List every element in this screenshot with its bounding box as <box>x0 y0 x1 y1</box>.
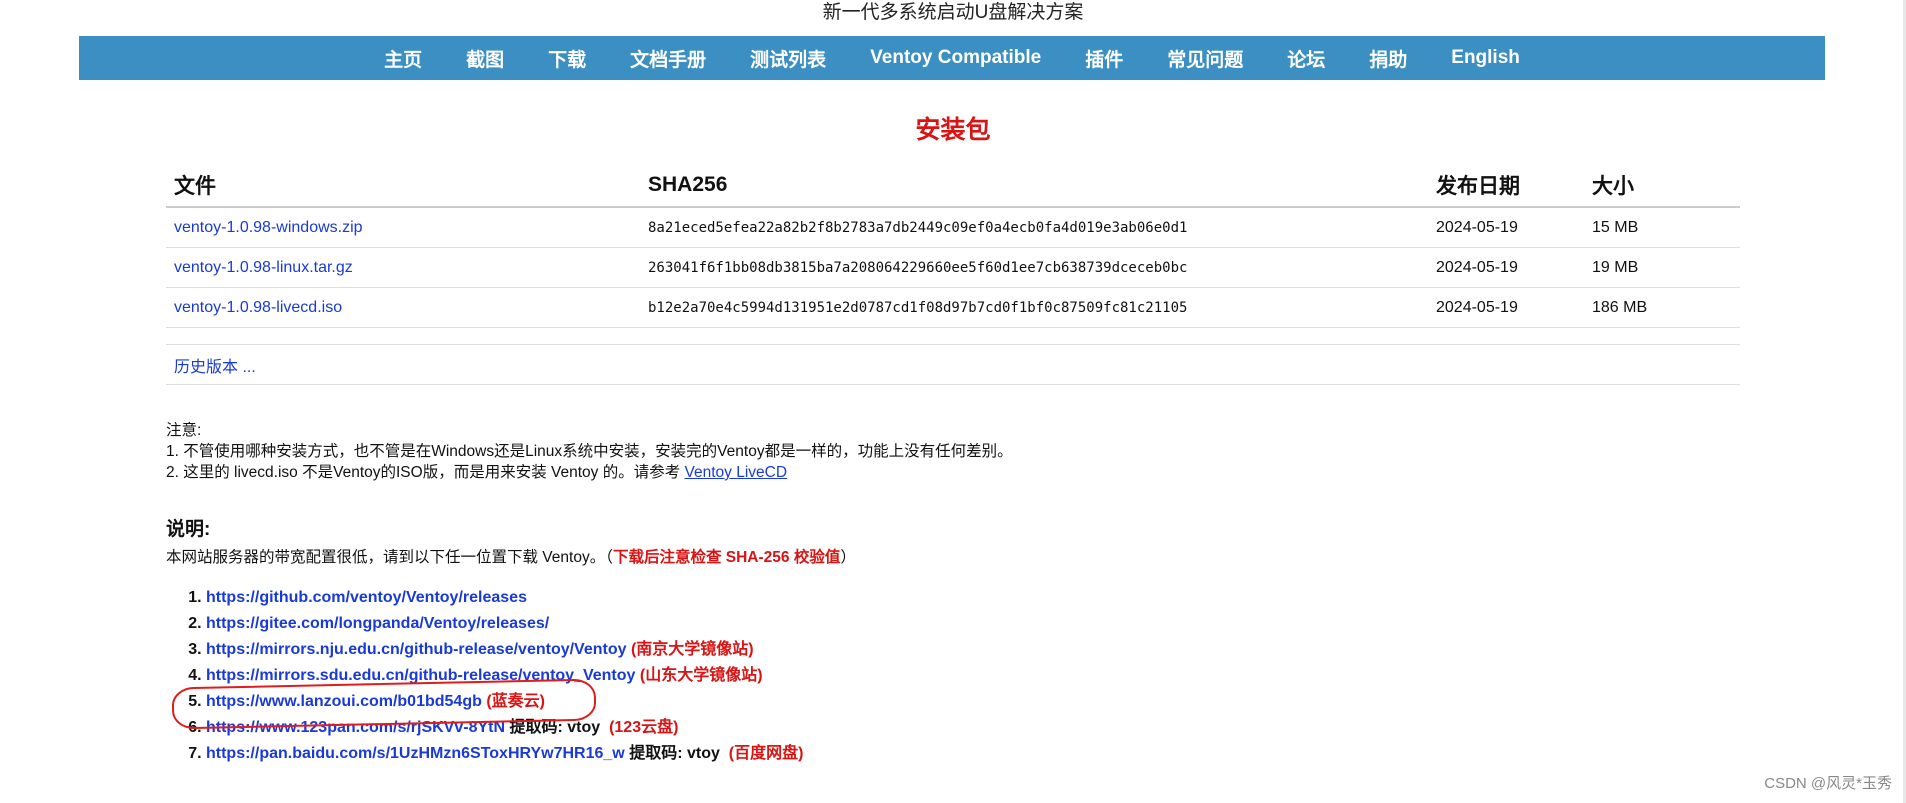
sha256-value: 263041f6f1bb08db3815ba7a208064229660ee5f… <box>640 247 1428 288</box>
nav-forum[interactable]: 论坛 <box>1287 45 1325 72</box>
list-item: https://www.123pan.com/s/rjSKVv-8YtN 提取码… <box>206 715 803 741</box>
nav-download[interactable]: 下载 <box>548 45 586 72</box>
table-header-row: 文件 SHA256 发布日期 大小 <box>166 164 1740 208</box>
description-text: 本网站服务器的带宽配置很低，请到以下任一位置下载 Ventoy。（下载后注意检查… <box>166 545 856 567</box>
file-link[interactable]: ventoy-1.0.98-windows.zip <box>174 219 363 236</box>
file-link[interactable]: ventoy-1.0.98-livecd.iso <box>174 299 342 316</box>
mirror-link-nju[interactable]: https://mirrors.nju.edu.cn/github-releas… <box>206 641 627 658</box>
main-navbar: 主页 截图 下载 文档手册 测试列表 Ventoy Compatible 插件 … <box>79 36 1825 80</box>
mirror-link-gitee[interactable]: https://gitee.com/longpanda/Ventoy/relea… <box>206 615 549 632</box>
downloads-table: 文件 SHA256 发布日期 大小 ventoy-1.0.98-windows.… <box>166 164 1740 385</box>
table-row: ventoy-1.0.98-livecd.iso b12e2a70e4c5994… <box>166 287 1740 328</box>
description-suffix: ） <box>840 549 856 566</box>
nav-ventoy-compatible[interactable]: Ventoy Compatible <box>870 47 1041 69</box>
mirror-link-lanzou[interactable]: https://www.lanzoui.com/b01bd54gb <box>206 693 482 710</box>
nav-faq[interactable]: 常见问题 <box>1167 45 1243 72</box>
mirror-tag: (山东大学镜像站) <box>639 667 763 684</box>
mirror-link-sdu[interactable]: https://mirrors.sdu.edu.cn/github-releas… <box>206 667 635 684</box>
notes-line-2: 2. 这里的 livecd.iso 不是Ventoy的ISO版，而是用来安装 V… <box>166 462 1013 483</box>
col-header-date: 发布日期 <box>1428 164 1584 208</box>
extraction-code: 提取码: vtoy <box>509 719 601 736</box>
nav-plugins[interactable]: 插件 <box>1085 45 1123 72</box>
description-prefix: 本网站服务器的带宽配置很低，请到以下任一位置下载 Ventoy。（ <box>166 549 613 566</box>
mirror-list: https://github.com/ventoy/Ventoy/release… <box>186 585 803 767</box>
notes-block: 注意: 1. 不管使用哪种安装方式，也不管是在Windows还是Linux系统中… <box>166 420 1013 483</box>
nav-donate[interactable]: 捐助 <box>1369 45 1407 72</box>
nav-english[interactable]: English <box>1451 47 1520 69</box>
nav-docs[interactable]: 文档手册 <box>630 45 706 72</box>
mirror-link-github[interactable]: https://github.com/ventoy/Ventoy/release… <box>206 589 527 606</box>
notes-line-2-text: 2. 这里的 livecd.iso 不是Ventoy的ISO版，而是用来安装 V… <box>166 464 685 481</box>
sha256-value: b12e2a70e4c5994d131951e2d0787cd1f08d97b7… <box>640 287 1428 328</box>
sha256-value: 8a21eced5efea22a82b2f8b2783a7db2449c09ef… <box>640 207 1428 248</box>
nav-home[interactable]: 主页 <box>384 45 422 72</box>
list-item: https://pan.baidu.com/s/1UzHMzn6SToxHRYw… <box>206 741 803 767</box>
col-header-file: 文件 <box>166 164 640 208</box>
description-heading: 说明: <box>166 519 211 540</box>
history-versions-link[interactable]: 历史版本 ... <box>174 359 256 376</box>
col-header-sha256: SHA256 <box>640 164 1428 208</box>
table-row: ventoy-1.0.98-windows.zip 8a21eced5efea2… <box>166 207 1740 248</box>
table-row: ventoy-1.0.98-linux.tar.gz 263041f6f1bb0… <box>166 247 1740 288</box>
release-date: 2024-05-19 <box>1428 207 1584 248</box>
notes-label: 注意: <box>166 422 202 439</box>
ventoy-livecd-link[interactable]: Ventoy LiveCD <box>685 464 788 481</box>
mirror-link-baidu[interactable]: https://pan.baidu.com/s/1UzHMzn6SToxHRYw… <box>206 745 625 762</box>
nav-test-list[interactable]: 测试列表 <box>750 45 826 72</box>
release-date: 2024-05-19 <box>1428 287 1584 328</box>
mirror-tag: (123云盘) <box>609 719 679 736</box>
page-title: 安装包 <box>915 116 991 144</box>
spacer-row <box>166 327 1740 345</box>
nav-screenshots[interactable]: 截图 <box>466 45 504 72</box>
mirror-link-123pan[interactable]: https://www.123pan.com/s/rjSKVv-8YtN <box>206 719 505 736</box>
release-date: 2024-05-19 <box>1428 247 1584 288</box>
site-subtitle: 新一代多系统启动U盘解决方案 <box>822 2 1084 23</box>
file-size: 186 MB <box>1584 287 1740 328</box>
csdn-watermark: CSDN @风灵*玉秀 <box>1764 775 1892 792</box>
sha-warning: 下载后注意检查 SHA-256 校验值 <box>612 549 841 566</box>
file-size: 19 MB <box>1584 247 1740 288</box>
list-item: https://github.com/ventoy/Ventoy/release… <box>206 585 803 611</box>
list-item: https://gitee.com/longpanda/Ventoy/relea… <box>206 611 803 637</box>
file-size: 15 MB <box>1584 207 1740 248</box>
mirror-tag: (蓝奏云) <box>486 693 545 710</box>
extraction-code: 提取码: vtoy <box>629 745 720 762</box>
list-item: https://www.lanzoui.com/b01bd54gb (蓝奏云) <box>206 689 803 715</box>
list-item: https://mirrors.nju.edu.cn/github-releas… <box>206 637 803 663</box>
history-row: 历史版本 ... <box>166 344 1740 385</box>
mirror-tag: (百度网盘) <box>728 745 804 762</box>
col-header-size: 大小 <box>1584 164 1740 208</box>
mirror-tag: (南京大学镜像站) <box>630 641 754 658</box>
file-link[interactable]: ventoy-1.0.98-linux.tar.gz <box>174 259 353 276</box>
list-item: https://mirrors.sdu.edu.cn/github-releas… <box>206 663 803 689</box>
notes-line-1: 1. 不管使用哪种安装方式，也不管是在Windows还是Linux系统中安装，安… <box>166 443 1013 460</box>
